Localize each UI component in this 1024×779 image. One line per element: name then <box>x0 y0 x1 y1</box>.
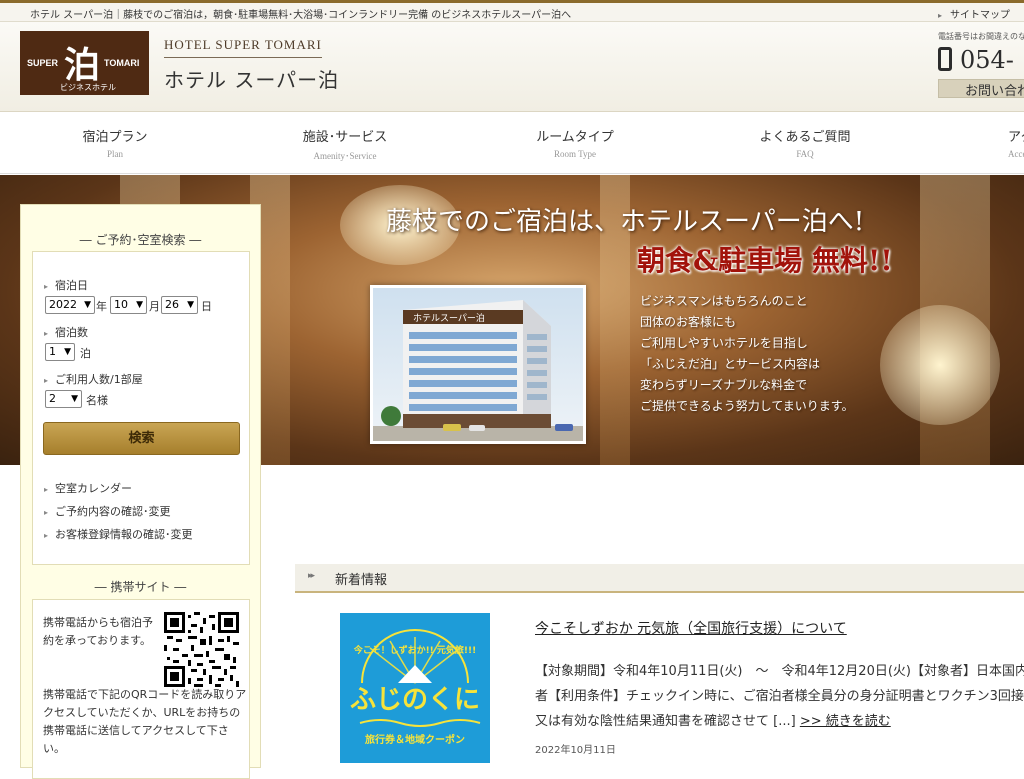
reservation-panel: 宿泊日 2022▼ 年 10▼ 月 26▼ 日 宿泊数 1▼ 泊 ご利用人数/1… <box>32 251 250 565</box>
phone-icon <box>938 47 952 71</box>
building-illustration: ホテルスーパー泊 <box>373 288 583 441</box>
main-nav: 宿泊プラン Plan 施設･サービス Amenity･Service ルームタイプ R… <box>0 112 1024 174</box>
nav-item-label: 宿泊プラン <box>82 130 148 145</box>
day-unit: 日 <box>201 300 212 313</box>
logo-tomari-text: TOMARI <box>104 58 140 68</box>
hero-line: ご利用しやすいホテルを目指し <box>640 336 808 350</box>
nav-item-sublabel: Room Type <box>554 149 596 159</box>
hero-line: ご提供できるよう努力してまいります。 <box>640 399 854 413</box>
hero-subtitle: 朝食&駐車場 無料!! <box>637 244 893 277</box>
sidebar: ― ご予約･空室検索 ― 宿泊日 2022 ▼ 年 10 ▼ 月 26 ▼ 日 宿泊数… <box>20 204 261 779</box>
guests-unit: 名様 <box>86 394 108 407</box>
guests-select[interactable]: 2 ▼ <box>45 390 82 408</box>
hero-line: ビジネスマンはもちろんのこと <box>640 294 808 308</box>
sitemap-link[interactable]: サイトマップ <box>938 6 1010 21</box>
chevron-down-icon: ▼ <box>84 300 91 310</box>
logo-kanji: 泊 <box>64 44 101 86</box>
news-thumbnail[interactable]: 今こそ！しずおか!! 元気旅!!! ふじのくに 旅行券＆地域クーポン <box>340 613 490 763</box>
read-more-link[interactable]: >> 続きを読む <box>800 714 891 729</box>
month-select[interactable]: 10 ▼ <box>110 296 147 314</box>
hero-line: 団体のお客様にも <box>640 315 737 329</box>
mobile-heading: ― 携帯サイト ― <box>94 580 187 594</box>
year-unit: 年 <box>96 300 107 313</box>
hotel-name-ja[interactable]: ホテル スーパー泊 <box>164 64 339 93</box>
news-heading: 新着情報 <box>335 573 388 588</box>
guests-label: ご利用人数/1部屋 <box>44 371 143 387</box>
hotel-name-en: HOTEL SUPER TOMARI <box>164 37 322 58</box>
stay-date-label: 宿泊日 <box>44 277 88 293</box>
nav-item-sublabel: FAQ <box>796 149 814 159</box>
phone-number-text: 054- <box>960 46 1014 74</box>
nights-label: 宿泊数 <box>44 324 88 340</box>
nights-value: 1 <box>49 345 56 358</box>
hero-line: 「ふじえだ泊」とサービス内容は <box>640 357 821 371</box>
day-select[interactable]: 26 ▼ <box>161 296 198 314</box>
nav-item-plan[interactable]: 宿泊プラン Plan <box>0 112 235 174</box>
nav-item-label: アクセス <box>1008 130 1024 145</box>
nav-item-label: よくあるご質問 <box>759 130 851 145</box>
fujinokuni-coupon-logo: 今こそ！しずおか!! 元気旅!!! ふじのくに 旅行券＆地域クーポン <box>340 613 490 763</box>
nav-item-label: ルームタイプ <box>536 130 614 145</box>
year-value: 2022 <box>49 298 77 311</box>
chevron-down-icon: ▼ <box>71 394 78 404</box>
hero-description: ビジネスマンはもちろんのこと 団体のお客様にも ご利用しやすいホテルを目指し 「… <box>640 291 854 417</box>
header: SUPER 泊 TOMARI ビジネスホテル HOTEL SUPER TOMAR… <box>0 22 1024 112</box>
tel-note: 電話番号はお間違えのないように <box>938 32 1024 41</box>
mobile-panel: 携帯電話からも宿泊予約を承っております。 携帯電話で下記のQRコードを読み取りア… <box>32 599 250 779</box>
nights-unit: 泊 <box>80 347 91 360</box>
search-button[interactable]: 検索 <box>43 422 240 455</box>
news-section-header: ▸▸ 新着情報 <box>295 564 1024 593</box>
nav-item-label: 施設･サービス <box>302 130 388 145</box>
top-bar: ホテル スーパー泊｜藤枝でのご宿泊は，朝食･駐車場無料･大浴場･コインランドリー… <box>0 0 1024 22</box>
hero-title: 藤枝でのご宿泊は、ホテルスーパー泊へ! <box>386 207 865 237</box>
news-excerpt-line: 者【利用条件】チェックイン時に、ご宿泊者様全員分の身分証明書とワクチン3回接種 <box>535 689 1024 704</box>
logo-subtitle: ビジネスホテル <box>60 83 116 92</box>
news-excerpt-line-text: 又は有効な陰性結果通知書を確認させて [...] <box>535 714 796 729</box>
logo-super-text: SUPER <box>27 58 59 68</box>
nav-item-access[interactable]: アクセス Access <box>1008 112 1024 174</box>
site-tagline: ホテル スーパー泊｜藤枝でのご宿泊は，朝食･駐車場無料･大浴場･コインランドリー… <box>30 10 572 21</box>
chevron-down-icon: ▼ <box>187 300 194 310</box>
year-select[interactable]: 2022 ▼ <box>45 296 95 314</box>
thumb-top-text: 今こそ！しずおか!! 元気旅!!! <box>353 644 476 656</box>
nav-item-sublabel: Access <box>1008 149 1024 159</box>
building-sign: ホテルスーパー泊 <box>413 313 485 324</box>
reservation-heading: ― ご予約･空室検索 ― <box>79 233 202 247</box>
thumb-bottom-text: 旅行券＆地域クーポン <box>365 733 465 746</box>
double-chevron-right-icon: ▸▸ <box>308 571 315 581</box>
thumb-main-text: ふじのくに <box>350 685 480 715</box>
nav-item-amenity[interactable]: 施設･サービス Amenity･Service <box>225 112 465 174</box>
nav-item-sublabel: Plan <box>106 149 123 159</box>
guests-value: 2 <box>49 392 56 405</box>
news-excerpt-line: 【対象期間】令和4年10月11日(火) ～ 令和4年12月20日(火)【対象者】… <box>535 664 1024 679</box>
contact-button[interactable]: お問い合わせ <box>938 79 1024 98</box>
mobile-instructions-text: 携帯電話で下記のQRコードを読み取りアクセスしていただくか、URLをお持ちの携帯… <box>43 688 247 755</box>
hero-line: 変わらずリーズナブルな料金で <box>640 378 808 392</box>
news-item-excerpt: 【対象期間】令和4年10月11日(火) ～ 令和4年12月20日(火)【対象者】… <box>535 659 1024 734</box>
nav-item-room-type[interactable]: ルームタイプ Room Type <box>455 112 695 174</box>
hotel-building-image: ホテルスーパー泊 <box>370 285 586 444</box>
news-excerpt-line-last: 又は有効な陰性結果通知書を確認させて [...] >> 続きを読む <box>535 709 1024 734</box>
news-item-date: 2022年10月11日 <box>535 745 616 756</box>
phone-number: 054- <box>938 46 1014 74</box>
chevron-down-icon: ▼ <box>136 300 143 310</box>
nights-select[interactable]: 1 ▼ <box>45 343 75 361</box>
day-value: 26 <box>165 298 179 311</box>
chevron-down-icon: ▼ <box>64 347 71 357</box>
news-item-title[interactable]: 今こそしずおか 元気旅（全国旅行支援）について <box>535 618 847 638</box>
nav-item-faq[interactable]: よくあるご質問 FAQ <box>685 112 925 174</box>
reservation-check-link[interactable]: ご予約内容の確認･変更 <box>44 503 171 519</box>
nav-item-sublabel: Amenity･Service <box>313 151 377 161</box>
month-value: 10 <box>114 298 128 311</box>
month-unit: 月 <box>149 300 160 313</box>
member-info-link[interactable]: お客様登録情報の確認･変更 <box>44 526 193 542</box>
mobile-intro-text: 携帯電話からも宿泊予約を承っております。 <box>43 616 153 647</box>
qr-code-icon <box>164 612 239 687</box>
vacancy-calendar-link[interactable]: 空室カレンダー <box>44 480 132 496</box>
hotel-logo[interactable]: SUPER 泊 TOMARI ビジネスホテル <box>20 31 149 95</box>
